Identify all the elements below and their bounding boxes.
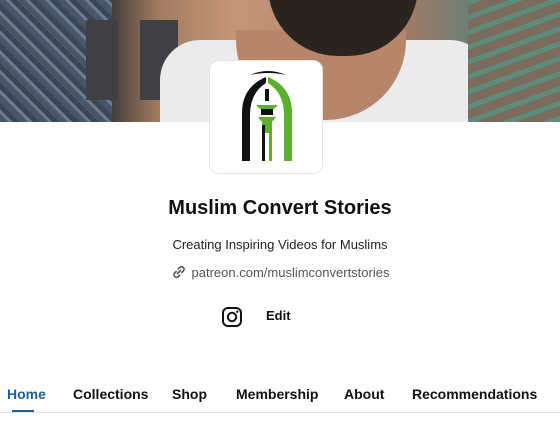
creator-name: Muslim Convert Stories bbox=[168, 197, 392, 219]
edit-button[interactable]: Edit bbox=[266, 308, 291, 323]
tab-collections[interactable]: Collections bbox=[73, 386, 148, 402]
profile-link-text[interactable]: patreon.com/muslimconvertstories bbox=[192, 265, 390, 280]
mosque-logo-icon bbox=[242, 71, 292, 161]
instagram-button[interactable] bbox=[220, 305, 244, 329]
active-tab-indicator bbox=[12, 410, 34, 412]
cover-tattoo-arm bbox=[468, 0, 560, 122]
creator-tagline: Creating Inspiring Videos for Muslims bbox=[172, 237, 388, 252]
tab-membership[interactable]: Membership bbox=[236, 386, 318, 402]
creator-avatar[interactable] bbox=[209, 60, 323, 174]
tab-about[interactable]: About bbox=[344, 386, 384, 402]
cover-letter-shape bbox=[86, 20, 118, 100]
tab-recommendations[interactable]: Recommendations bbox=[412, 386, 537, 402]
profile-tabs: Home Collections Shop Membership About R… bbox=[0, 378, 560, 413]
tab-shop[interactable]: Shop bbox=[172, 386, 207, 402]
instagram-icon bbox=[222, 307, 242, 327]
profile-link[interactable]: patreon.com/muslimconvertstories bbox=[0, 264, 560, 280]
tab-home[interactable]: Home bbox=[7, 386, 46, 402]
link-icon bbox=[172, 265, 185, 279]
